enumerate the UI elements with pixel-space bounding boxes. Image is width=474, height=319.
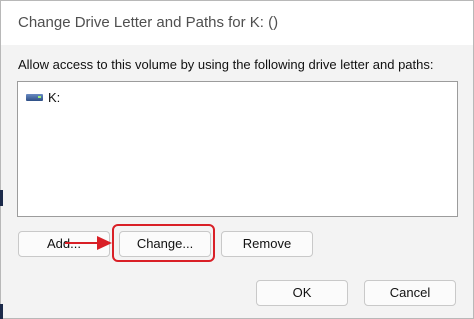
title-bar: Change Drive Letter and Paths for K: () [1, 1, 473, 45]
ok-button[interactable]: OK [256, 280, 348, 306]
background-window-edge [0, 304, 3, 319]
arrow-right-icon [65, 236, 112, 250]
dialog-title: Change Drive Letter and Paths for K: () [18, 14, 279, 31]
instructions-label: Allow access to this volume by using the… [18, 57, 434, 72]
remove-button[interactable]: Remove [221, 231, 313, 257]
list-item-label: K: [48, 89, 61, 105]
drive-icon [26, 92, 43, 103]
drive-paths-list[interactable]: K: [17, 81, 458, 217]
change-button-highlight [112, 224, 215, 262]
change-drive-letter-dialog: Change Drive Letter and Paths for K: () … [0, 0, 474, 319]
cancel-button[interactable]: Cancel [364, 280, 456, 306]
list-item[interactable]: K: [26, 88, 60, 106]
background-window-edge [0, 190, 3, 206]
